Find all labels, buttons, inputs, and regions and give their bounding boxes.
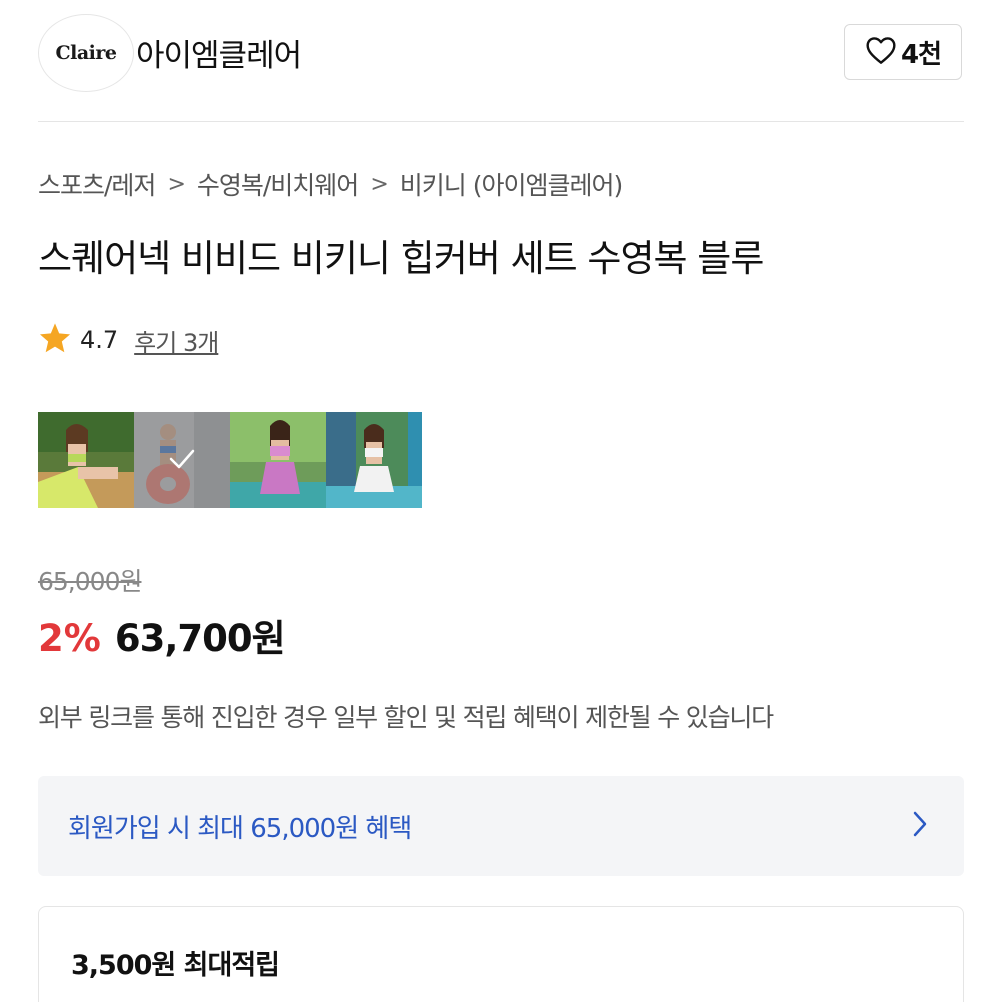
points-card: 3,500원 최대적립 bbox=[38, 906, 964, 1002]
max-points-text: 3,500원 최대적립 bbox=[71, 950, 280, 981]
shop-name[interactable]: 아이엠클레어 bbox=[136, 30, 302, 75]
external-link-notice: 외부 링크를 통해 진입한 경우 일부 할인 및 적립 혜택이 제한될 수 있습… bbox=[38, 703, 774, 732]
thumbnail-1[interactable] bbox=[38, 412, 134, 508]
chevron-right-icon bbox=[912, 810, 928, 842]
breadcrumb-item-swimwear[interactable]: 수영복/비치웨어 bbox=[197, 166, 359, 202]
rating: 4.7 후기 3개 bbox=[38, 322, 219, 358]
chevron-right-icon: > bbox=[167, 171, 185, 197]
breadcrumb-item-bikini[interactable]: 비키니 (아이엠클레어) bbox=[400, 166, 623, 202]
heart-icon bbox=[865, 35, 897, 69]
like-count: 4천 bbox=[900, 39, 942, 70]
signup-benefit-text: 회원가입 시 최대 65,000원 혜택 bbox=[68, 813, 412, 844]
chevron-right-icon: > bbox=[370, 171, 388, 197]
breadcrumb-item-sports[interactable]: 스포츠/레저 bbox=[38, 166, 156, 202]
product-title: 스퀘어넥 비비드 비키니 힙커버 세트 수영복 블루 bbox=[38, 237, 764, 280]
review-link[interactable]: 후기 3개 bbox=[134, 323, 219, 358]
shop-logo[interactable]: Claire bbox=[38, 14, 134, 92]
shop-logo-text: Claire bbox=[55, 42, 117, 64]
thumbnail-strip bbox=[38, 412, 422, 508]
thumbnail-3[interactable] bbox=[230, 412, 326, 508]
thumbnail-2[interactable] bbox=[134, 412, 230, 508]
discount-rate: 2% bbox=[38, 617, 101, 660]
header-divider bbox=[38, 121, 964, 122]
breadcrumb: 스포츠/레저 > 수영복/비치웨어 > 비키니 (아이엠클레어) bbox=[38, 166, 623, 202]
check-icon bbox=[168, 448, 196, 474]
original-price: 65,000원 bbox=[38, 567, 142, 596]
rating-value: 4.7 bbox=[80, 326, 119, 354]
thumbnail-4[interactable] bbox=[326, 412, 422, 508]
like-button[interactable]: 4천 bbox=[844, 24, 962, 80]
sale-price-row: 2% 63,700원 bbox=[38, 608, 286, 662]
header: Claire 아이엠클레어 4천 bbox=[0, 0, 1002, 122]
final-price: 63,700원 bbox=[114, 617, 286, 660]
star-icon bbox=[38, 322, 72, 358]
signup-benefit-banner[interactable]: 회원가입 시 최대 65,000원 혜택 bbox=[38, 776, 964, 876]
